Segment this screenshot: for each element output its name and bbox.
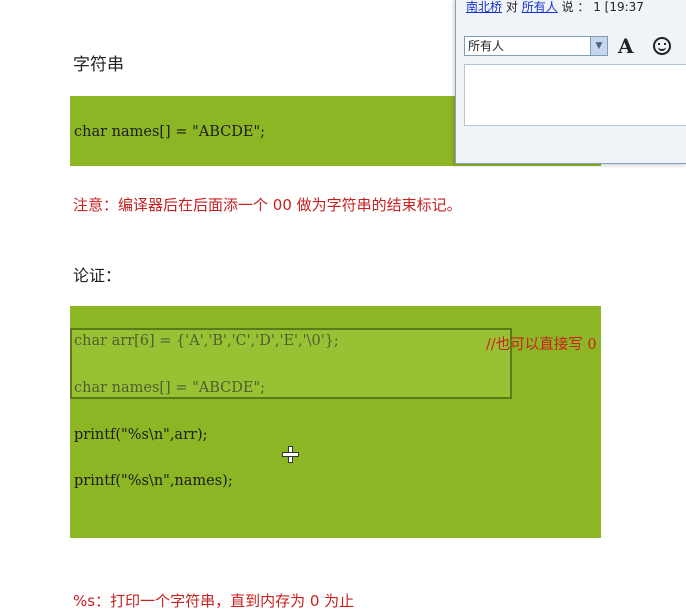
chat-message-header: 南北桥 对 所有人 说 ： 1 [19:37 [466,0,644,15]
chat-input-area[interactable] [464,64,686,126]
proof-heading: 论证： [73,266,122,285]
smiley-icon[interactable] [653,37,671,55]
recipient-link[interactable]: 所有人 [522,0,558,14]
code-line: char names[] = "ABCDE"; [74,124,266,140]
recipient-select[interactable]: 所有人 ▼ [464,36,608,56]
code-line: printf("%s\n",arr); [74,427,208,443]
sender-link[interactable]: 南北桥 [466,0,502,14]
code-comment: //也可以直接写 0 [486,337,597,353]
crosshair-cursor-icon [282,446,299,463]
code-line: printf("%s\n",names); [74,473,233,489]
chat-toolbar: 所有人 ▼ A [464,34,686,60]
font-icon[interactable]: A [618,34,634,58]
chat-panel: 南北桥 对 所有人 说 ： 1 [19:37 所有人 ▼ A [455,0,686,164]
recipient-select-value: 所有人 [468,39,505,53]
to-word: 对 [505,0,518,14]
note-text: 注意：编译器后在后面添一个 00 做为字符串的结束标记。 [73,196,462,214]
footer-note: %s：打印一个字符串，直到内存为 0 为止 [73,592,355,610]
message-time: [19:37 [604,0,644,14]
says-word: 说 ： [561,0,590,14]
section-heading: 字符串 [73,55,124,75]
selection-rectangle[interactable] [70,328,512,399]
message-count: 1 [593,0,601,14]
chevron-down-icon[interactable]: ▼ [590,37,607,55]
